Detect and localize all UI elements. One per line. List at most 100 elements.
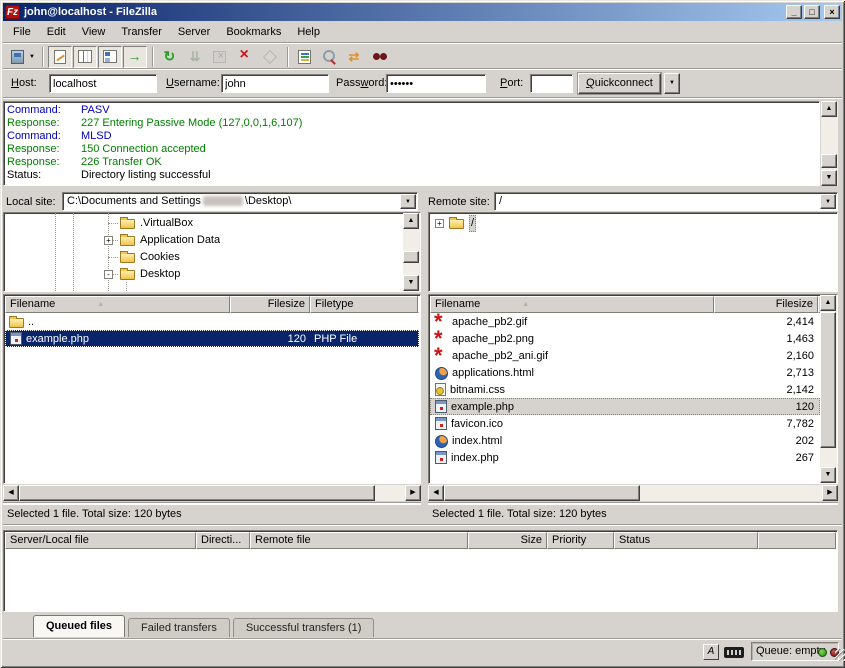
tree-item-virtualbox[interactable]: .VirtualBox xyxy=(4,215,420,232)
disconnect-icon xyxy=(236,49,253,65)
scrollbar-thumb[interactable] xyxy=(19,485,375,501)
tab-successful-transfers-1[interactable]: Successful transfers (1) xyxy=(233,618,375,637)
password-input[interactable] xyxy=(386,74,486,93)
log-prefix: Response: xyxy=(7,156,81,169)
column-header-remote-file[interactable]: Remote file xyxy=(250,532,468,549)
host-input[interactable] xyxy=(49,74,157,93)
menu-item-bookmarks[interactable]: Bookmarks xyxy=(218,24,289,40)
toggle-message-log-button[interactable] xyxy=(48,46,72,68)
local-site-combo[interactable]: C:\Documents and Settings\Desktop\ ▼ xyxy=(62,192,418,211)
directory-comparison-button[interactable] xyxy=(318,46,342,68)
tree-item-cookies[interactable]: Cookies xyxy=(4,249,420,266)
file-row-example-php[interactable]: example.php120PHP File1 xyxy=(5,330,419,347)
message-log-scrollbar[interactable]: ▲ ▼ xyxy=(821,101,838,186)
tab-failed-transfers[interactable]: Failed transfers xyxy=(128,618,230,637)
toggle-local-tree-button[interactable] xyxy=(73,46,97,68)
file-row-apache-pb2-ani-gif[interactable]: apache_pb2_ani.gif2,160 xyxy=(430,347,820,364)
toggle-transfer-queue-button[interactable] xyxy=(123,46,147,68)
directory-filters-button[interactable] xyxy=(293,46,317,68)
disconnect-button[interactable] xyxy=(233,46,257,68)
folder-icon xyxy=(9,318,24,328)
column-header-priority[interactable]: Priority xyxy=(547,532,614,549)
menu-item-server[interactable]: Server xyxy=(170,24,218,40)
data-type-indicator-icon[interactable]: A xyxy=(703,644,719,660)
titlebar[interactable]: Fz john@localhost - FileZilla _ □ × xyxy=(3,3,842,21)
filename-cell: .. xyxy=(5,313,230,330)
tree-item-item[interactable]: +/ xyxy=(429,215,837,232)
refresh-button[interactable] xyxy=(158,46,182,68)
column-header-status[interactable]: Status xyxy=(614,532,758,549)
column-header-directi[interactable]: Directi... xyxy=(196,532,250,549)
minimize-button[interactable]: _ xyxy=(786,5,802,19)
maximize-button[interactable]: □ xyxy=(804,5,820,19)
scroll-left-button[interactable]: ◀ xyxy=(428,485,444,501)
scroll-up-button[interactable]: ▲ xyxy=(820,295,836,311)
close-button[interactable]: × xyxy=(824,5,840,19)
column-header-size[interactable]: Size xyxy=(468,532,547,549)
scroll-left-button[interactable]: ◀ xyxy=(3,485,19,501)
scroll-down-button[interactable]: ▼ xyxy=(821,170,837,186)
site-manager-button-dropdown[interactable]: ▼ xyxy=(29,54,35,60)
scrollbar-thumb[interactable] xyxy=(821,154,837,168)
remote-list-hscrollbar[interactable]: ◀ ▶ xyxy=(428,485,838,501)
quickconnect-button[interactable]: Quickconnect xyxy=(578,73,661,94)
combo-dropdown-icon[interactable]: ▼ xyxy=(820,194,836,209)
remote-site-combo[interactable]: / ▼ xyxy=(494,192,838,211)
tree-item-desktop[interactable]: -Desktop xyxy=(4,266,420,283)
resize-grip[interactable] xyxy=(835,649,845,661)
file-row-example-php[interactable]: example.php120 xyxy=(430,398,820,415)
file-row-applications-html[interactable]: applications.html2,713 xyxy=(430,364,820,381)
menu-item-help[interactable]: Help xyxy=(289,24,328,40)
file-row-apache-pb2-png[interactable]: apache_pb2.png1,463 xyxy=(430,330,820,347)
combo-dropdown-icon[interactable]: ▼ xyxy=(400,194,416,209)
scrollbar-thumb[interactable] xyxy=(444,485,640,501)
filesize-cell: 120 xyxy=(230,330,310,347)
port-input[interactable] xyxy=(530,74,573,93)
menu-item-view[interactable]: View xyxy=(74,24,114,40)
column-header-filetype[interactable]: Filetype xyxy=(310,296,418,313)
file-row-index-html[interactable]: index.html202 xyxy=(430,432,820,449)
speed-limits-icon[interactable] xyxy=(724,647,744,658)
find-files-button[interactable] xyxy=(368,46,392,68)
remote-list-scrollbar[interactable]: ▲ ▼ xyxy=(820,295,837,483)
menu-bar: FileEditViewTransferServerBookmarksHelp xyxy=(3,21,842,42)
file-row-bitnami-css[interactable]: bitnami.css2,142 xyxy=(430,381,820,398)
collapse-icon[interactable]: - xyxy=(104,270,113,279)
menu-item-file[interactable]: File xyxy=(5,24,39,40)
scroll-up-button[interactable]: ▲ xyxy=(821,101,837,117)
column-header-filename[interactable]: Filename▲ xyxy=(430,296,714,313)
expand-icon[interactable]: + xyxy=(435,219,444,228)
toggle-remote-tree-button[interactable] xyxy=(98,46,122,68)
sync-browse-icon xyxy=(346,49,363,65)
file-row-index-php[interactable]: index.php267 xyxy=(430,449,820,466)
tree-item-application-data[interactable]: +Application Data xyxy=(4,232,420,249)
site-manager-button[interactable]: ▼ xyxy=(7,46,37,68)
toolbar-separator xyxy=(152,47,154,67)
column-header-filesize[interactable]: Filesize xyxy=(714,296,818,313)
scroll-right-button[interactable]: ▶ xyxy=(822,485,838,501)
menu-item-transfer[interactable]: Transfer xyxy=(113,24,170,40)
apache-icon xyxy=(434,349,448,362)
local-list-hscrollbar[interactable]: ◀ ▶ xyxy=(3,485,421,501)
tab-queued-files[interactable]: Queued files xyxy=(33,615,125,637)
column-header-filesize[interactable]: Filesize xyxy=(230,296,310,313)
synchronized-browsing-button[interactable] xyxy=(343,46,367,68)
column-header-filename[interactable]: Filename▲ xyxy=(5,296,230,313)
scroll-down-button[interactable]: ▼ xyxy=(820,467,836,483)
log-message: PASV xyxy=(81,104,110,117)
file-row-item[interactable]: .. xyxy=(5,313,419,330)
scrollbar-thumb[interactable] xyxy=(820,312,836,448)
column-header-server-local-file[interactable]: Server/Local file xyxy=(5,532,196,549)
expand-icon[interactable]: + xyxy=(104,236,113,245)
scroll-right-button[interactable]: ▶ xyxy=(405,485,421,501)
username-input[interactable] xyxy=(221,74,329,93)
quickconnect-dropdown-button[interactable]: ▼ xyxy=(664,73,680,94)
tree-branch-line xyxy=(108,223,118,224)
message-log: Command:PASVResponse:227 Entering Passiv… xyxy=(3,101,820,186)
file-row-apache-pb2-gif[interactable]: apache_pb2.gif2,414 xyxy=(430,313,820,330)
file-row-favicon-ico[interactable]: favicon.ico7,782 xyxy=(430,415,820,432)
password-label: Password: xyxy=(336,77,387,89)
username-label: Username: xyxy=(166,77,220,89)
column-header-l[interactable]: L xyxy=(418,296,419,313)
menu-item-edit[interactable]: Edit xyxy=(39,24,74,40)
